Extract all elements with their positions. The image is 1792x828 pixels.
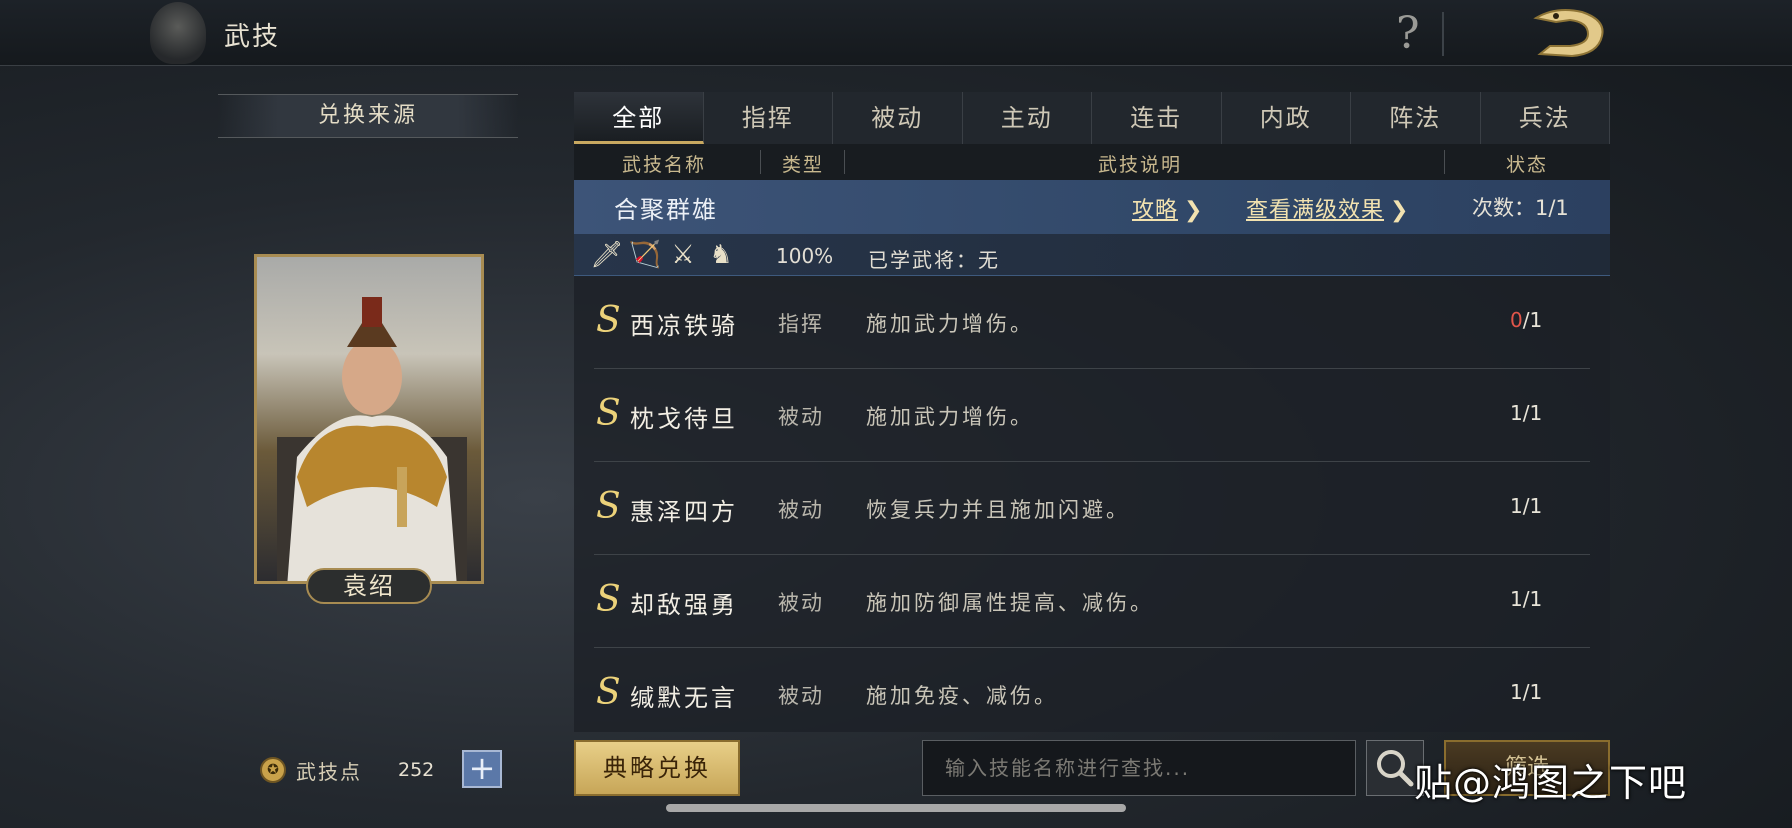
- grade-badge: S: [596, 486, 621, 527]
- skill-row[interactable]: S 西凉铁骑 指挥 施加武力增伤。 0/1: [594, 276, 1590, 369]
- tab-domestic[interactable]: 内政: [1222, 92, 1351, 144]
- skill-desc: 施加武力增伤。: [866, 405, 1034, 429]
- skill-points-value: 252: [398, 759, 435, 781]
- tab-formation[interactable]: 阵法: [1351, 92, 1481, 144]
- skill-desc: 恢复兵力并且施加闪避。: [866, 498, 1130, 522]
- skill-type: 指挥: [778, 312, 824, 336]
- tab-command[interactable]: 指挥: [704, 92, 833, 144]
- home-indicator[interactable]: [666, 804, 1126, 812]
- status-max: /1: [1522, 308, 1543, 332]
- status-current: 1: [1510, 587, 1523, 611]
- column-divider: [760, 150, 761, 174]
- column-type: 类型: [782, 154, 825, 176]
- column-name: 武技名称: [622, 154, 707, 176]
- column-divider: [1444, 150, 1445, 174]
- category-tabs: 全部 指挥 被动 主动 连击 内政 阵法 兵法: [574, 92, 1610, 144]
- help-icon[interactable]: ?: [1396, 8, 1420, 59]
- bow-icon: 🏹: [628, 240, 662, 270]
- skill-desc: 施加武力增伤。: [866, 312, 1034, 336]
- dragon-back-icon[interactable]: [1526, 4, 1610, 62]
- skill-name: 西凉铁骑: [630, 312, 738, 340]
- exchange-source-header: 兑换来源: [218, 94, 518, 138]
- skill-row[interactable]: S 惠泽四方 被动 恢复兵力并且施加闪避。 1/1: [594, 462, 1590, 555]
- status-max: /1: [1522, 587, 1543, 611]
- chevron-right-icon: ❯: [1390, 198, 1410, 223]
- skill-list: S 西凉铁骑 指挥 施加武力增伤。 0/1 S 枕戈待旦 被动 施加武力增伤。 …: [594, 276, 1590, 741]
- tab-active[interactable]: 主动: [963, 92, 1092, 144]
- weapon-icons: 🗡 🏹 ⚔ ♞: [590, 238, 738, 272]
- group-name: 合聚群雄: [614, 196, 718, 224]
- emblem-icon: [150, 2, 206, 64]
- skill-row[interactable]: S 却敌强勇 被动 施加防御属性提高、减伤。 1/1: [594, 555, 1590, 648]
- skill-status: 1/1: [1510, 587, 1542, 611]
- skill-name: 缄默无言: [630, 684, 738, 712]
- watermark: 贴@鸿图之下吧: [1414, 761, 1688, 805]
- column-divider: [844, 150, 845, 174]
- skill-status: 1/1: [1510, 494, 1542, 518]
- tab-all[interactable]: 全部: [574, 92, 704, 144]
- general-figure-image: [277, 297, 467, 581]
- status-current: 1: [1510, 494, 1523, 518]
- general-name: 袁绍: [306, 568, 432, 604]
- skill-status: 1/1: [1510, 401, 1542, 425]
- top-bar: 武技 ?: [0, 0, 1792, 66]
- column-header: 武技名称 类型 武技说明 状态: [574, 144, 1610, 180]
- skill-type: 被动: [778, 405, 824, 429]
- skill-desc: 施加免疫、减伤。: [866, 684, 1058, 708]
- status-max: /1: [1522, 680, 1543, 704]
- tab-combo[interactable]: 连击: [1092, 92, 1222, 144]
- group-count: 次数：1/1: [1472, 196, 1569, 220]
- weapon-rate: 100%: [776, 244, 834, 268]
- grade-badge: S: [596, 672, 621, 713]
- horse-icon: ♞: [709, 240, 733, 270]
- guide-link[interactable]: 攻略 ❯: [1132, 192, 1203, 224]
- learned-generals: 已学武将：无: [868, 248, 1000, 272]
- max-effect-link[interactable]: 查看满级效果 ❯: [1246, 192, 1409, 224]
- tab-tactics[interactable]: 兵法: [1481, 92, 1610, 144]
- spear-icon: ⚔: [671, 240, 695, 270]
- grade-badge: S: [596, 300, 621, 341]
- sword-icon: 🗡: [590, 240, 624, 270]
- max-effect-label: 查看满级效果: [1246, 198, 1385, 223]
- tab-passive[interactable]: 被动: [833, 92, 963, 144]
- general-portrait[interactable]: [254, 254, 484, 584]
- column-status: 状态: [1506, 154, 1549, 176]
- skill-desc: 施加防御属性提高、减伤。: [866, 591, 1154, 615]
- skill-type: 被动: [778, 591, 824, 615]
- skill-point-icon: ✪: [260, 757, 286, 783]
- guide-link-label: 攻略: [1132, 198, 1179, 223]
- skill-type: 被动: [778, 684, 824, 708]
- column-desc: 武技说明: [1098, 154, 1183, 176]
- weapon-info-row: 🗡 🏹 ⚔ ♞ 100% 已学武将：无: [574, 234, 1610, 276]
- status-max: /1: [1522, 494, 1543, 518]
- skill-group-row[interactable]: 合聚群雄 攻略 ❯ 查看满级效果 ❯ 次数：1/1: [574, 180, 1610, 234]
- status-current: 1: [1510, 680, 1523, 704]
- skill-name: 却敌强勇: [630, 591, 738, 619]
- grade-badge: S: [596, 579, 621, 620]
- skill-type: 被动: [778, 498, 824, 522]
- add-points-button[interactable]: +: [462, 750, 502, 788]
- skill-points: ✪ 武技点 252: [260, 750, 434, 790]
- status-current: 1: [1510, 401, 1523, 425]
- status-max: /1: [1522, 401, 1543, 425]
- status-current: 0: [1510, 308, 1523, 332]
- skill-name: 惠泽四方: [630, 498, 738, 526]
- skill-status: 1/1: [1510, 680, 1542, 704]
- skill-search-input[interactable]: [922, 740, 1356, 796]
- grade-badge: S: [596, 393, 621, 434]
- divider: [1442, 12, 1444, 56]
- skill-points-label: 武技点: [296, 759, 362, 784]
- page-title: 武技: [224, 22, 281, 52]
- skill-name: 枕戈待旦: [630, 405, 738, 433]
- skill-status: 0/1: [1510, 308, 1542, 332]
- exchange-button[interactable]: 典略兑换: [574, 740, 740, 796]
- skill-row[interactable]: S 缄默无言 被动 施加免疫、减伤。 1/1: [594, 648, 1590, 741]
- chevron-right-icon: ❯: [1184, 198, 1204, 223]
- skill-row[interactable]: S 枕戈待旦 被动 施加武力增伤。 1/1: [594, 369, 1590, 462]
